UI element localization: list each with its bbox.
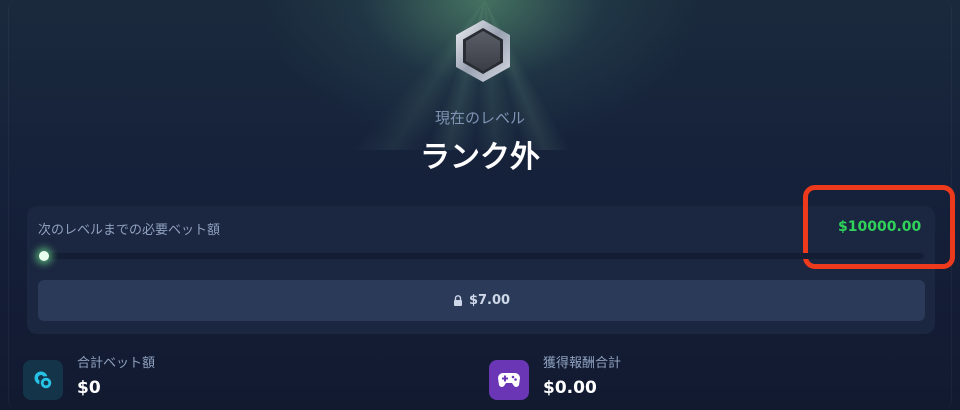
gamepad-icon xyxy=(489,360,529,400)
vip-level-panel: 現在のレベル ランク外 次のレベルまでの必要ベット額 $10000.00 $7.… xyxy=(0,0,960,410)
total-rewards-value: $0.00 xyxy=(543,378,597,398)
current-level-caption: 現在のレベル xyxy=(434,109,525,127)
total-bet-value: $0 xyxy=(77,378,101,398)
progress-indicator-dot xyxy=(39,251,49,261)
total-bet-label: 合計ベット額 xyxy=(77,356,156,371)
locked-reward-amount: $7.00 xyxy=(468,293,511,308)
current-level-name: ランク外 xyxy=(420,140,540,175)
hexagon-rank-icon xyxy=(452,18,514,84)
progress-track xyxy=(38,253,924,259)
total-rewards-label: 獲得報酬合計 xyxy=(543,356,622,371)
total-bet-stat: 合計ベット額 $0 xyxy=(23,350,423,406)
total-rewards-stat: 獲得報酬合計 $0.00 xyxy=(489,350,909,406)
next-level-required-label: 次のレベルまでの必要ベット額 xyxy=(38,223,221,238)
lock-icon xyxy=(453,295,463,306)
locked-reward-button[interactable]: $7.00 xyxy=(38,280,925,321)
coins-icon xyxy=(23,360,63,400)
